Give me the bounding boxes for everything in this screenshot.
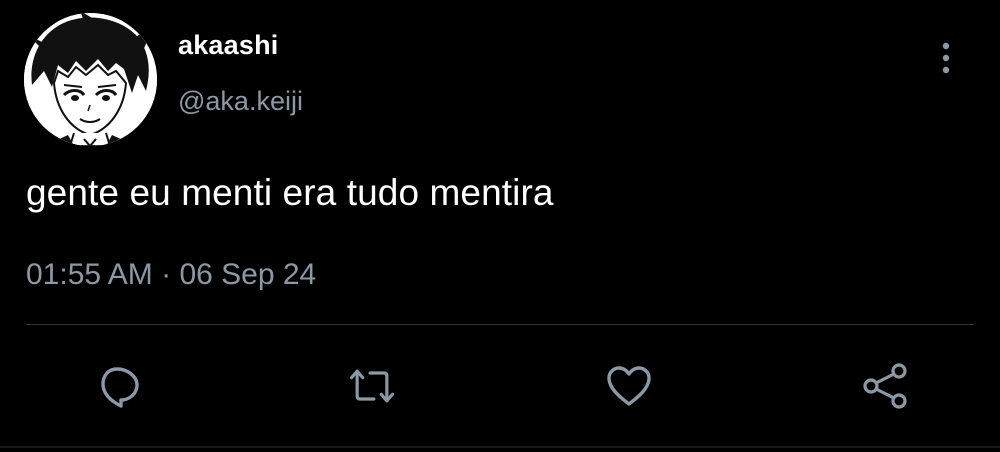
reply-button[interactable] (94, 360, 146, 412)
tweet-text: gente eu menti era tudo mentira (26, 172, 554, 213)
more-options-button[interactable] (928, 38, 964, 78)
timestamp-separator: · (161, 258, 172, 291)
tweet-card: akaashi @aka.keiji gente eu menti era tu… (0, 0, 1000, 452)
retweet-button[interactable] (346, 360, 398, 412)
reply-icon (101, 367, 139, 408)
anime-character-avatar-icon (24, 13, 157, 146)
share-icon (863, 363, 907, 409)
bottom-divider (0, 446, 1000, 448)
tweet-time: 01:55 AM (26, 258, 153, 291)
like-button[interactable] (603, 360, 655, 412)
tweet-date: 06 Sep 24 (179, 258, 317, 291)
user-handle[interactable]: @aka.keiji (178, 86, 303, 117)
display-name[interactable]: akaashi (178, 30, 278, 61)
divider (26, 324, 974, 325)
retweet-icon (349, 369, 395, 403)
heart-icon (607, 366, 651, 406)
share-button[interactable] (860, 360, 912, 412)
tweet-timestamp[interactable]: 01:55 AM · 06 Sep 24 (26, 258, 316, 292)
avatar[interactable] (24, 13, 157, 146)
more-vertical-icon (942, 42, 950, 74)
